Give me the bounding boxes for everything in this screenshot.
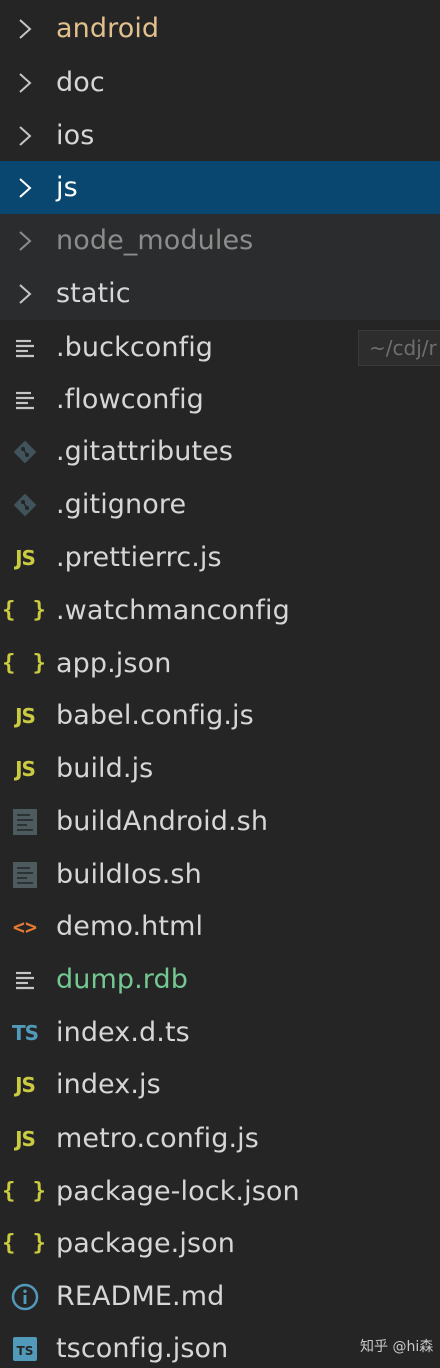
folder-static[interactable]: static bbox=[0, 267, 440, 320]
file-label: metro.config.js bbox=[56, 1123, 259, 1154]
folder-label: android bbox=[56, 13, 160, 44]
file-dump-rdb[interactable]: dump.rdb bbox=[0, 953, 440, 1006]
tsconfig-icon: TS bbox=[8, 1332, 42, 1366]
js-icon: JS bbox=[15, 703, 36, 728]
file-label: babel.config.js bbox=[56, 700, 254, 731]
chevron-right-icon bbox=[8, 119, 42, 153]
watermark: 知乎 @hi森 bbox=[360, 1339, 434, 1355]
folder-node-modules[interactable]: node_modules bbox=[0, 214, 440, 267]
file-label: .gitignore bbox=[56, 489, 187, 520]
shell-icon bbox=[8, 805, 42, 839]
chevron-right-icon bbox=[8, 171, 42, 205]
file-label: .watchmanconfig bbox=[56, 595, 290, 626]
folder-ios[interactable]: ios bbox=[0, 109, 440, 162]
file-build-android-sh[interactable]: buildAndroid.sh bbox=[0, 795, 440, 848]
file-label: .buckconfig bbox=[56, 332, 214, 363]
file-index-d-ts[interactable]: TS index.d.ts bbox=[0, 1006, 440, 1059]
file-package-lock-json[interactable]: { } package-lock.json bbox=[0, 1165, 440, 1218]
folder-label: js bbox=[56, 172, 78, 203]
lines-icon bbox=[8, 963, 42, 997]
lines-icon bbox=[8, 383, 42, 417]
folder-label: node_modules bbox=[56, 225, 254, 256]
folder-label: doc bbox=[56, 67, 105, 98]
chevron-right-icon bbox=[8, 12, 42, 46]
json-icon: { } bbox=[2, 651, 48, 676]
file-label: .prettierrc.js bbox=[56, 542, 222, 573]
file-watchmanconfig[interactable]: { } .watchmanconfig bbox=[0, 584, 440, 637]
file-label: package.json bbox=[56, 1228, 235, 1259]
file-readme[interactable]: README.md bbox=[0, 1270, 440, 1323]
file-flowconfig[interactable]: .flowconfig bbox=[0, 373, 440, 426]
file-demo-html[interactable]: <> demo.html bbox=[0, 900, 440, 953]
svg-text:TS: TS bbox=[16, 1344, 33, 1358]
chevron-right-icon bbox=[8, 224, 42, 258]
js-icon: JS bbox=[15, 756, 36, 781]
file-index-js[interactable]: JS index.js bbox=[0, 1058, 440, 1111]
file-explorer: android doc ios js node_modules static .… bbox=[0, 0, 440, 1368]
file-label: dump.rdb bbox=[56, 964, 188, 995]
file-prettierrc[interactable]: JS .prettierrc.js bbox=[0, 531, 440, 584]
ts-icon: TS bbox=[11, 1020, 39, 1045]
file-label: buildIos.sh bbox=[56, 859, 202, 890]
git-icon bbox=[8, 488, 42, 522]
file-label: index.js bbox=[56, 1069, 161, 1100]
js-icon: JS bbox=[15, 1126, 36, 1151]
file-label: buildAndroid.sh bbox=[56, 806, 269, 837]
file-app-json[interactable]: { } app.json bbox=[0, 637, 440, 690]
file-babel-config[interactable]: JS babel.config.js bbox=[0, 689, 440, 742]
folder-doc[interactable]: doc bbox=[0, 56, 440, 109]
html-icon: <> bbox=[12, 914, 38, 939]
file-label: demo.html bbox=[56, 911, 204, 942]
folder-js[interactable]: js bbox=[0, 161, 440, 214]
folder-label: ios bbox=[56, 120, 95, 151]
chevron-right-icon bbox=[8, 277, 42, 311]
shell-icon bbox=[8, 858, 42, 892]
file-gitignore[interactable]: .gitignore bbox=[0, 478, 440, 531]
file-package-json[interactable]: { } package.json bbox=[0, 1217, 440, 1270]
file-label: README.md bbox=[56, 1281, 225, 1312]
file-build-ios-sh[interactable]: buildIos.sh bbox=[0, 848, 440, 901]
js-icon: JS bbox=[15, 545, 36, 570]
file-build-js[interactable]: JS build.js bbox=[0, 742, 440, 795]
file-label: .gitattributes bbox=[56, 436, 234, 467]
file-gitattributes[interactable]: .gitattributes bbox=[0, 425, 440, 478]
file-label: tsconfig.json bbox=[56, 1333, 229, 1364]
file-label: app.json bbox=[56, 648, 172, 679]
file-label: index.d.ts bbox=[56, 1017, 190, 1048]
path-tooltip: ~/cdj/r bbox=[358, 330, 440, 366]
js-icon: JS bbox=[15, 1072, 36, 1097]
json-icon: { } bbox=[2, 598, 48, 623]
file-metro-config[interactable]: JS metro.config.js bbox=[0, 1112, 440, 1165]
file-label: build.js bbox=[56, 753, 154, 784]
json-icon: { } bbox=[2, 1231, 48, 1256]
json-icon: { } bbox=[2, 1179, 48, 1204]
git-icon bbox=[8, 435, 42, 469]
file-label: .flowconfig bbox=[56, 384, 204, 415]
file-label: package-lock.json bbox=[56, 1176, 300, 1207]
folder-label: static bbox=[56, 278, 131, 309]
chevron-right-icon bbox=[8, 66, 42, 100]
folder-android[interactable]: android bbox=[0, 2, 440, 55]
info-icon bbox=[8, 1280, 42, 1314]
lines-icon bbox=[8, 331, 42, 365]
